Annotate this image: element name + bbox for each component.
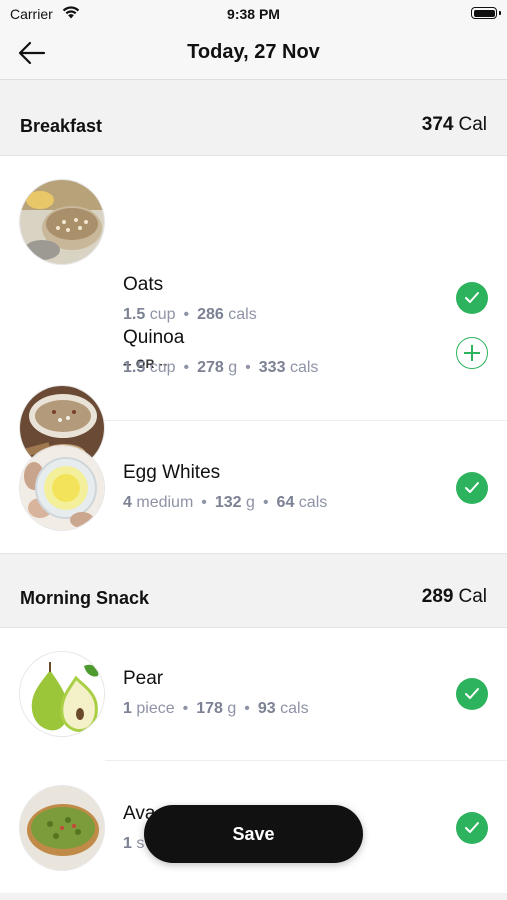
food-weight: 278 bbox=[197, 359, 224, 376]
section-calories-value: 289 bbox=[421, 586, 454, 607]
nav-bar: Today, 27 Nov bbox=[0, 28, 507, 80]
food-qty-unit: cup bbox=[149, 359, 176, 376]
separator-dot: • bbox=[201, 494, 207, 511]
food-qty: 1 bbox=[123, 835, 132, 852]
section-header-breakfast: Breakfast 374 Cal bbox=[0, 80, 507, 156]
food-cals-unit: cals bbox=[289, 359, 319, 376]
section-calories: 374 Cal bbox=[422, 114, 487, 136]
status-time: 9:38 PM bbox=[227, 6, 280, 22]
separator-dot: • bbox=[245, 359, 251, 376]
page-title: Today, 27 Nov bbox=[187, 41, 320, 63]
food-name: Quinoa bbox=[123, 327, 185, 348]
food-weight-unit: g bbox=[228, 359, 238, 376]
food-name: Egg Whites bbox=[123, 462, 221, 483]
section-calories-value: 374 bbox=[421, 114, 454, 135]
food-cals: 333 bbox=[258, 359, 286, 376]
food-qty: 1.5 bbox=[123, 306, 146, 323]
battery-nub bbox=[499, 11, 501, 15]
separator-dot: • bbox=[262, 494, 269, 511]
section-title: Morning Snack bbox=[20, 588, 150, 608]
food-meta: 4 medium • 132 g • 64 cals bbox=[123, 494, 327, 512]
section-title: Breakfast bbox=[20, 116, 103, 136]
section-calories-unit: Cal bbox=[458, 114, 487, 135]
section-header-morning-snack: Morning Snack 289 Cal bbox=[0, 553, 507, 628]
food-weight-unit: g bbox=[246, 494, 255, 511]
food-meta: 1.5 cup • 278 g • 333 cals bbox=[123, 359, 318, 377]
checked-button[interactable] bbox=[456, 472, 488, 504]
food-qty-unit: s bbox=[136, 835, 145, 852]
food-weight: 132 bbox=[214, 494, 242, 511]
separator-dot: • bbox=[183, 359, 190, 376]
section-calories-unit: Cal bbox=[458, 586, 487, 607]
checked-button[interactable] bbox=[456, 812, 488, 844]
food-cals-unit: cals bbox=[228, 306, 257, 323]
food-qty-unit: cup bbox=[149, 306, 176, 323]
separator-dot: • bbox=[183, 306, 190, 323]
separator-dot: • bbox=[182, 700, 189, 717]
food-cals: 286 bbox=[197, 306, 224, 323]
checked-button[interactable] bbox=[456, 282, 488, 314]
save-button[interactable]: Save bbox=[144, 805, 363, 863]
status-bar: Carrier 9:38 PM bbox=[0, 0, 507, 28]
food-cals-unit: cals bbox=[280, 700, 309, 717]
row-divider bbox=[105, 760, 507, 761]
battery-icon bbox=[471, 7, 497, 19]
oats-photo bbox=[19, 179, 105, 265]
pear-photo bbox=[19, 651, 105, 737]
checkmark-icon bbox=[465, 292, 479, 303]
checked-button[interactable] bbox=[456, 678, 488, 710]
separator-dot: • bbox=[244, 700, 250, 717]
checkmark-icon bbox=[465, 688, 479, 699]
food-qty-unit: medium bbox=[136, 494, 194, 511]
section-footer bbox=[0, 893, 507, 900]
food-weight: 178 bbox=[196, 700, 223, 717]
food-meta: 1.5 cup • 286 cals bbox=[123, 306, 257, 324]
egg-whites-photo bbox=[19, 445, 105, 531]
add-button[interactable] bbox=[456, 337, 488, 369]
food-cals: 64 bbox=[276, 494, 295, 511]
food-meta: 1 s bbox=[123, 835, 144, 853]
food-meta: 1 piece • 178 g • 93 cals bbox=[123, 700, 309, 718]
food-name: Oats bbox=[123, 274, 164, 295]
checkmark-icon bbox=[465, 822, 479, 833]
row-divider bbox=[105, 420, 507, 421]
food-qty: 1 bbox=[123, 700, 132, 717]
food-weight-unit: g bbox=[227, 700, 237, 717]
food-group-oats-quinoa: Oats 1.5 cup • 286 cals -- OR -- bbox=[0, 156, 507, 471]
food-name: Pear bbox=[123, 668, 164, 689]
section-calories: 289 Cal bbox=[422, 586, 487, 608]
food-qty: 1.5 bbox=[123, 359, 146, 376]
food-cals-unit: cals bbox=[298, 494, 328, 511]
avocado-toast-photo bbox=[19, 785, 105, 871]
food-qty-unit: piece bbox=[136, 700, 175, 717]
checkmark-icon bbox=[465, 482, 479, 493]
food-cals: 93 bbox=[257, 700, 276, 717]
food-qty: 4 bbox=[123, 494, 132, 511]
